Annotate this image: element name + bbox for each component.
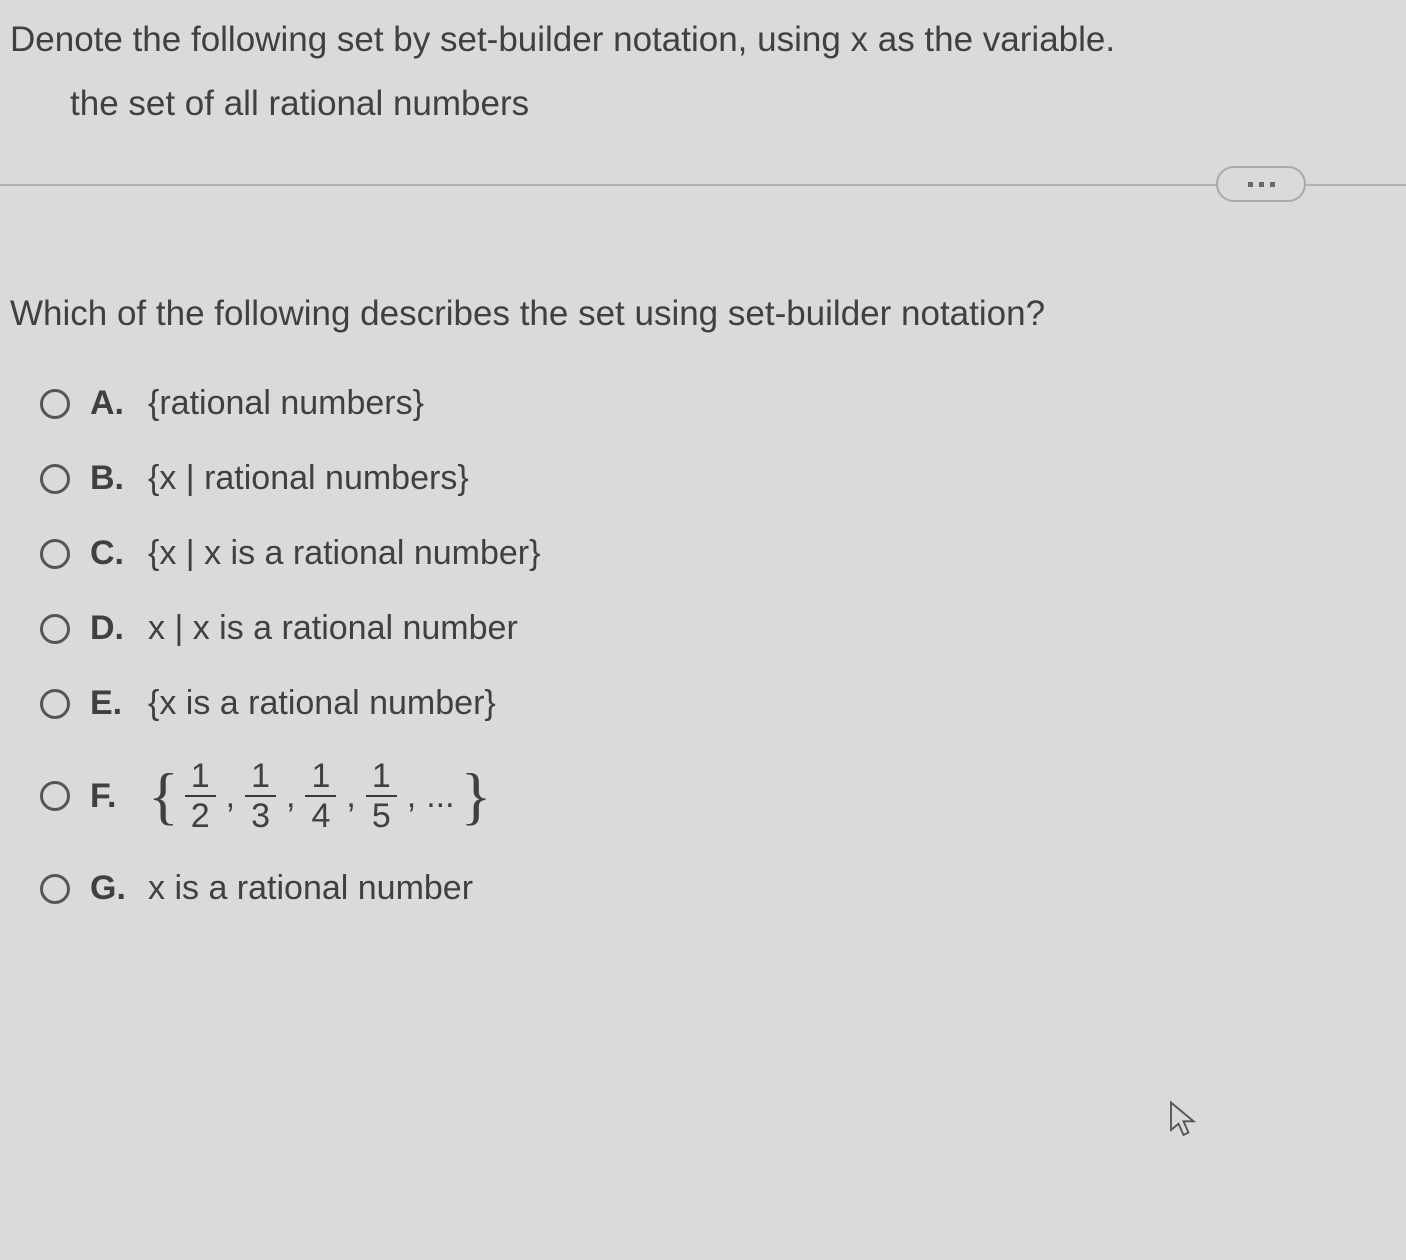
divider-wrap	[0, 184, 1406, 224]
radio-icon	[40, 539, 70, 569]
choice-text: {rational numbers}	[148, 384, 424, 423]
choice-letter: E.	[90, 684, 130, 723]
choice-letter: A.	[90, 384, 130, 423]
fraction: 1 2	[185, 759, 216, 833]
fraction: 1 5	[366, 759, 397, 833]
fraction: 1 3	[245, 759, 276, 833]
comma: ,	[286, 777, 295, 816]
radio-icon	[40, 389, 70, 419]
ellipsis-icon	[1270, 182, 1275, 187]
more-options-button[interactable]	[1216, 166, 1306, 202]
choice-text: { 1 2 , 1 3 , 1 4 , 1 5 , ... }	[148, 759, 491, 833]
fraction-num: 1	[185, 759, 216, 797]
radio-icon	[40, 614, 70, 644]
choice-text: x | x is a rational number	[148, 609, 518, 648]
brace-open: {	[148, 770, 179, 821]
comma: ,	[226, 777, 235, 816]
fraction-den: 4	[305, 797, 336, 833]
ellipsis-icon	[1259, 182, 1264, 187]
choice-f[interactable]: F. { 1 2 , 1 3 , 1 4 , 1 5 ,	[40, 759, 1406, 833]
choice-c[interactable]: C. {x | x is a rational number}	[40, 534, 1406, 573]
sub-instruction-text: the set of all rational numbers	[0, 84, 1406, 184]
fraction-num: 1	[366, 759, 397, 797]
choice-letter: C.	[90, 534, 130, 573]
ellipsis: ...	[426, 777, 454, 816]
question-text: Which of the following describes the set…	[0, 294, 1406, 384]
cursor-icon	[1166, 1100, 1196, 1140]
choice-e[interactable]: E. {x is a rational number}	[40, 684, 1406, 723]
choice-letter: D.	[90, 609, 130, 648]
choice-text: {x | x is a rational number}	[148, 534, 540, 573]
fraction-num: 1	[245, 759, 276, 797]
choices-list: A. {rational numbers} B. {x | rational n…	[0, 384, 1406, 908]
question-area: Denote the following set by set-builder …	[0, 0, 1406, 908]
choice-letter: G.	[90, 869, 130, 908]
radio-icon	[40, 689, 70, 719]
choice-text: x is a rational number	[148, 869, 473, 908]
choice-text: {x is a rational number}	[148, 684, 496, 723]
choice-text: {x | rational numbers}	[148, 459, 469, 498]
choice-d[interactable]: D. x | x is a rational number	[40, 609, 1406, 648]
choice-letter: B.	[90, 459, 130, 498]
instruction-text: Denote the following set by set-builder …	[0, 20, 1406, 84]
brace-close: }	[461, 770, 492, 821]
choice-letter: F.	[90, 777, 130, 816]
fraction-den: 5	[366, 797, 397, 833]
comma: ,	[407, 777, 416, 816]
fraction: 1 4	[305, 759, 336, 833]
radio-icon	[40, 781, 70, 811]
divider	[0, 184, 1406, 186]
radio-icon	[40, 874, 70, 904]
fraction-num: 1	[305, 759, 336, 797]
choice-b[interactable]: B. {x | rational numbers}	[40, 459, 1406, 498]
fraction-den: 3	[245, 797, 276, 833]
radio-icon	[40, 464, 70, 494]
comma: ,	[346, 777, 355, 816]
ellipsis-icon	[1248, 182, 1253, 187]
choice-a[interactable]: A. {rational numbers}	[40, 384, 1406, 423]
choice-g[interactable]: G. x is a rational number	[40, 869, 1406, 908]
fraction-den: 2	[185, 797, 216, 833]
